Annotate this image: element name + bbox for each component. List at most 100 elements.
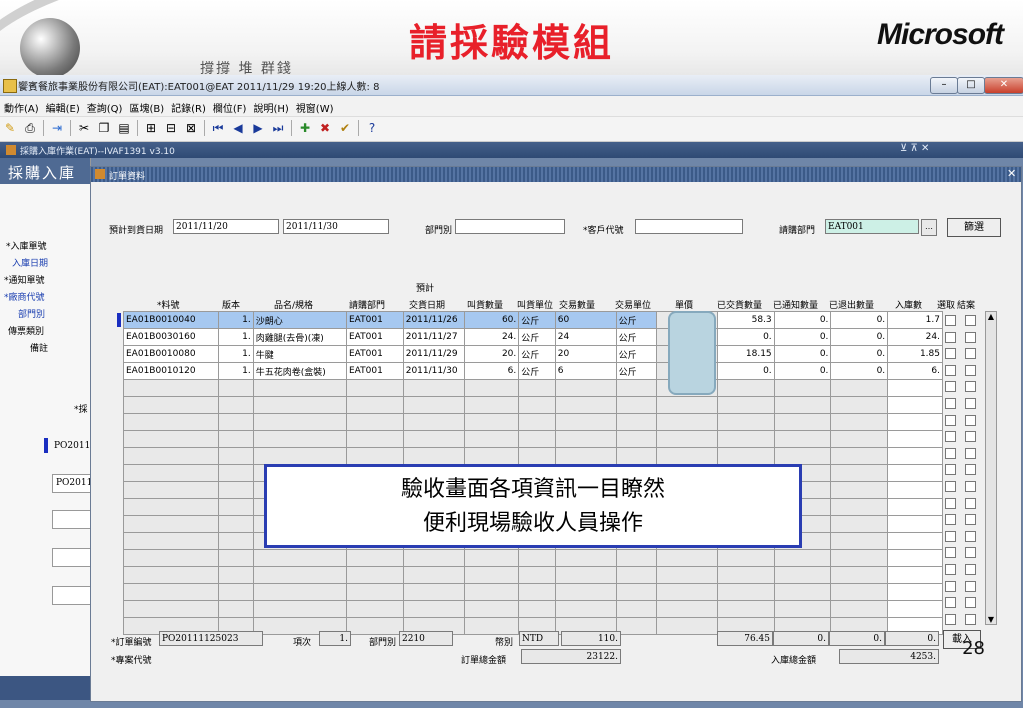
select-checkbox[interactable] [945, 398, 956, 409]
cell-tqty[interactable]: 60 [554, 311, 617, 329]
cell-returned[interactable]: 0. [830, 362, 889, 380]
cell-price[interactable] [656, 583, 718, 601]
cell-name[interactable] [252, 413, 347, 431]
cell-version[interactable]: 1. [218, 328, 254, 346]
exit-icon[interactable]: ⇥ [49, 120, 65, 136]
cell-qty[interactable] [463, 430, 520, 448]
menu-action[interactable]: 動作(A) [0, 96, 42, 115]
cell-tunit[interactable] [615, 566, 658, 584]
cell-notified[interactable] [773, 413, 832, 431]
cell-req_dept[interactable] [345, 413, 404, 431]
cell-tqty[interactable] [554, 430, 617, 448]
cell-tqty[interactable] [554, 566, 617, 584]
cell-date[interactable]: 2011/11/26 [402, 311, 465, 329]
close-checkbox[interactable] [965, 580, 976, 592]
cancel-query-icon[interactable]: ⊠ [183, 120, 199, 136]
cell-returned[interactable]: 0. [830, 311, 889, 329]
select-checkbox[interactable] [945, 464, 956, 476]
cell-returned[interactable] [830, 396, 889, 414]
cell-inbound[interactable] [887, 549, 943, 567]
table-row[interactable]: EA01B0010040 1. 沙朗心 EAT001 2011/11/26 60. 公斤 60… [122, 311, 943, 329]
cell-date[interactable] [402, 600, 465, 618]
cell-delivered[interactable] [716, 379, 775, 397]
cell-name[interactable] [252, 396, 347, 414]
print-icon[interactable]: ⎙ [22, 120, 38, 136]
select-checkbox[interactable] [945, 315, 956, 326]
cell-item[interactable] [122, 515, 220, 533]
cell-tqty[interactable] [554, 379, 617, 397]
cell-delivered[interactable] [716, 549, 775, 567]
cell-qty[interactable] [463, 447, 520, 465]
cell-price[interactable] [656, 549, 718, 567]
cell-inbound[interactable]: 1.85 [887, 345, 943, 363]
cell-item[interactable] [122, 498, 220, 516]
cell-tqty[interactable] [554, 396, 617, 414]
cell-price[interactable] [656, 600, 718, 618]
maximize-button[interactable]: □ [957, 77, 985, 94]
menu-field[interactable]: 欄位(F) [209, 96, 250, 115]
cell-returned[interactable] [830, 600, 889, 618]
date-to-input[interactable]: 2011/11/30 [283, 219, 389, 234]
table-row[interactable] [122, 396, 943, 414]
prev-record-icon[interactable]: ◀ [230, 120, 246, 136]
cell-qty[interactable] [463, 566, 520, 584]
cell-inbound[interactable] [887, 600, 943, 618]
cell-tunit[interactable]: 公斤 [615, 328, 658, 346]
cell-unit[interactable] [518, 600, 556, 618]
cell-version[interactable]: 1. [218, 362, 254, 380]
table-row[interactable] [122, 430, 943, 448]
cell-tqty[interactable] [554, 583, 617, 601]
close-checkbox[interactable] [965, 497, 976, 509]
scroll-up-icon[interactable]: ▲ [986, 312, 996, 321]
select-checkbox[interactable] [945, 348, 956, 360]
cell-item[interactable]: EA01B0010040 [122, 311, 220, 329]
cell-tunit[interactable]: 公斤 [615, 345, 658, 363]
cell-item[interactable] [122, 532, 220, 550]
close-checkbox[interactable] [965, 514, 976, 526]
menu-record[interactable]: 記錄(R) [167, 96, 209, 115]
table-row[interactable] [122, 600, 943, 618]
cell-notified[interactable] [773, 447, 832, 465]
cell-inbound[interactable]: 6. [887, 362, 943, 380]
cell-date[interactable]: 2011/11/27 [402, 328, 465, 346]
close-checkbox[interactable] [965, 613, 976, 625]
select-checkbox[interactable] [945, 530, 956, 542]
cell-qty[interactable]: 60. [463, 311, 520, 329]
cell-delivered[interactable] [716, 583, 775, 601]
close-checkbox[interactable] [965, 597, 976, 609]
cell-date[interactable]: 2011/11/29 [402, 345, 465, 363]
cell-req_dept[interactable] [345, 617, 404, 635]
cell-unit[interactable] [518, 396, 556, 414]
close-checkbox[interactable] [965, 481, 976, 492]
cell-tunit[interactable] [615, 549, 658, 567]
select-checkbox[interactable] [945, 481, 956, 492]
cell-req_dept[interactable] [345, 430, 404, 448]
cell-inbound[interactable] [887, 583, 943, 601]
close-button[interactable]: ✕ [984, 77, 1023, 94]
scroll-down-icon[interactable]: ▼ [986, 615, 996, 624]
cell-qty[interactable] [463, 379, 520, 397]
cell-version[interactable] [218, 413, 254, 431]
cell-tqty[interactable] [554, 413, 617, 431]
table-row[interactable]: EA01B0010080 1. 牛腱 EAT001 2011/11/29 20. 公斤 20 公… [122, 345, 943, 363]
cell-date[interactable] [402, 447, 465, 465]
cell-name[interactable] [252, 583, 347, 601]
cell-date[interactable] [402, 430, 465, 448]
po-field-5[interactable] [52, 586, 94, 605]
cell-version[interactable]: 1. [218, 311, 254, 329]
cell-notified[interactable] [773, 566, 832, 584]
cell-qty[interactable] [463, 396, 520, 414]
customer-input[interactable] [635, 219, 743, 234]
req-dept-input[interactable]: EAT001 [825, 219, 919, 234]
cell-version[interactable] [218, 481, 254, 499]
cell-version[interactable] [218, 532, 254, 550]
cell-returned[interactable] [830, 515, 889, 533]
cell-req_dept[interactable]: EAT001 [345, 328, 404, 346]
select-checkbox[interactable] [945, 514, 956, 526]
open-icon[interactable]: ✎ [2, 120, 18, 136]
cell-unit[interactable]: 公斤 [518, 328, 556, 346]
cell-price[interactable] [656, 617, 718, 635]
cell-returned[interactable] [830, 549, 889, 567]
cell-name[interactable] [252, 600, 347, 618]
cell-delivered[interactable]: 58.3 [716, 311, 775, 329]
